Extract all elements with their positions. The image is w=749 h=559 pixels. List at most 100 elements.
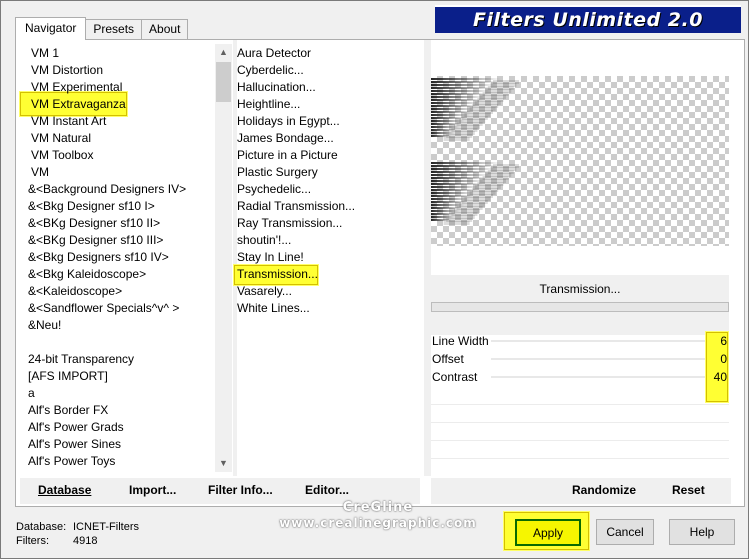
category-item[interactable]: &<Background Designers IV> [25, 181, 211, 198]
banner-title: Filters Unlimited 2.0 [473, 9, 703, 31]
category-item[interactable]: VM 1 [25, 45, 211, 62]
category-scrollbar[interactable]: ▲ ▼ [215, 44, 232, 472]
category-item[interactable]: VM Distortion [25, 62, 211, 79]
category-item[interactable]: &<Kaleidoscope> [25, 283, 211, 300]
scroll-up-arrow-icon[interactable]: ▲ [215, 44, 232, 61]
preview-stripe [431, 186, 481, 188]
preview-stripe [431, 123, 462, 125]
preview-stripe [431, 174, 491, 176]
param-value[interactable]: 6 [707, 332, 727, 350]
filter-item[interactable]: shoutin'!... [234, 232, 424, 249]
preview-stripe [431, 129, 457, 131]
category-item[interactable]: VM [25, 164, 211, 181]
param-slider[interactable] [491, 358, 705, 360]
category-item[interactable]: [AFS IMPORT] [25, 368, 211, 385]
watermark-line1: CreGline [342, 500, 414, 515]
param-value[interactable]: 0 [707, 350, 727, 368]
preview-stripe [431, 207, 462, 209]
cancel-button[interactable]: Cancel [596, 519, 654, 545]
category-item[interactable]: &Neu! [25, 317, 211, 334]
category-item[interactable]: &<BKg Designer sf10 II> [25, 215, 211, 232]
param-value[interactable]: 40 [707, 368, 727, 386]
category-item[interactable]: VM Instant Art [25, 113, 211, 130]
category-item[interactable]: VM Toolbox [25, 147, 211, 164]
preview-stripe [431, 99, 483, 101]
category-item[interactable]: Alf's Power Toys [25, 453, 211, 470]
preview-stripe [431, 117, 468, 119]
filter-item[interactable]: White Lines... [234, 300, 424, 317]
preview-stripe [431, 126, 460, 128]
parameter-area: Line Width 6 Offset 0 Contrast 40 [431, 332, 729, 459]
category-item[interactable]: &<Bkg Kaleidoscope> [25, 266, 211, 283]
category-item[interactable]: &<Sandflower Specials^v^ > [25, 300, 211, 317]
preview-stripe [431, 219, 452, 221]
param-slider[interactable] [491, 340, 705, 342]
tab-presets[interactable]: Presets [85, 19, 143, 40]
preview-stripe [431, 111, 473, 113]
title-banner: Filters Unlimited 2.0 [435, 7, 741, 33]
database-button[interactable]: Database [38, 483, 91, 497]
preview-stripe [431, 165, 499, 167]
randomize-button[interactable]: Randomize [572, 483, 636, 497]
category-item[interactable]: VM Natural [25, 130, 211, 147]
category-item[interactable]: &<Bkg Designer sf10 I> [25, 198, 211, 215]
scroll-thumb[interactable] [216, 62, 231, 102]
filter-item[interactable]: Stay In Line! [234, 249, 424, 266]
preview-stripe [431, 78, 501, 80]
category-item[interactable]: a [25, 385, 211, 402]
filter-item[interactable]: Cyberdelic... [234, 62, 424, 79]
category-item[interactable]: Alf's Power Grads [25, 419, 211, 436]
filter-item[interactable]: Hallucination... [234, 79, 424, 96]
category-item[interactable]: VM Experimental [25, 79, 211, 96]
preview-stripe [431, 132, 455, 134]
category-item[interactable]: Alf's Border FX [25, 402, 211, 419]
tab-bar: Navigator Presets About [15, 17, 189, 40]
preview-stripe [431, 162, 501, 164]
preview-stripe [431, 192, 475, 194]
help-button[interactable]: Help [669, 519, 735, 545]
filter-item[interactable]: Radial Transmission... [234, 198, 424, 215]
editor-button[interactable]: Editor... [305, 483, 349, 497]
filter-item[interactable]: Picture in a Picture [234, 147, 424, 164]
filter-list[interactable]: Aura Detector Cyberdelic... Hallucination.… [234, 45, 424, 471]
tab-about[interactable]: About [141, 19, 189, 40]
preview-stripe [431, 114, 470, 116]
preview-stripe [431, 198, 470, 200]
scroll-down-arrow-icon[interactable]: ▼ [215, 455, 232, 472]
filter-item[interactable]: James Bondage... [234, 130, 424, 147]
category-item[interactable]: 24-bit Transparency [25, 351, 211, 368]
filter-item[interactable]: Vasarely... [234, 283, 424, 300]
filter-item[interactable]: Aura Detector [234, 45, 424, 62]
reset-button[interactable]: Reset [672, 483, 705, 497]
category-item[interactable]: VM Extravaganza [25, 96, 211, 113]
filter-item[interactable]: Holidays in Egypt... [234, 113, 424, 130]
filter-item[interactable]: Plastic Surgery [234, 164, 424, 181]
import-button[interactable]: Import... [129, 483, 176, 497]
filter-info-button[interactable]: Filter Info... [208, 483, 273, 497]
preview-shadow [443, 221, 470, 225]
transmission-preview-graphic [431, 78, 519, 225]
param-contrast[interactable]: Contrast 40 [431, 368, 729, 386]
preview-stripe [431, 96, 486, 98]
database-info: Database: ICNET-Filters Filters: 4918 [16, 520, 139, 548]
filter-item[interactable]: Transmission... [234, 266, 424, 283]
param-slider[interactable] [491, 376, 705, 378]
param-line-width[interactable]: Line Width 6 [431, 332, 729, 350]
preview-stripe [431, 93, 488, 95]
param-label: Line Width [432, 334, 489, 348]
filter-item[interactable]: Ray Transmission... [234, 215, 424, 232]
param-offset[interactable]: Offset 0 [431, 350, 729, 368]
category-item[interactable]: Alf's Power Sines [25, 436, 211, 453]
preview-stripe [431, 210, 460, 212]
filters-value: 4918 [73, 535, 98, 547]
apply-button[interactable]: Apply [515, 519, 581, 546]
preview-stripe [431, 201, 468, 203]
category-item[interactable]: &<Bkg Designers sf10 IV> [25, 249, 211, 266]
category-list[interactable]: VM 1 VM Distortion VM Experimental VM Extra… [25, 45, 211, 471]
param-label: Offset [432, 352, 464, 366]
preview-stripe [431, 84, 496, 86]
filter-item[interactable]: Psychedelic... [234, 181, 424, 198]
tab-navigator[interactable]: Navigator [15, 17, 87, 40]
filter-item[interactable]: Heightline... [234, 96, 424, 113]
category-item[interactable]: &<BKg Designer sf10 III> [25, 232, 211, 249]
